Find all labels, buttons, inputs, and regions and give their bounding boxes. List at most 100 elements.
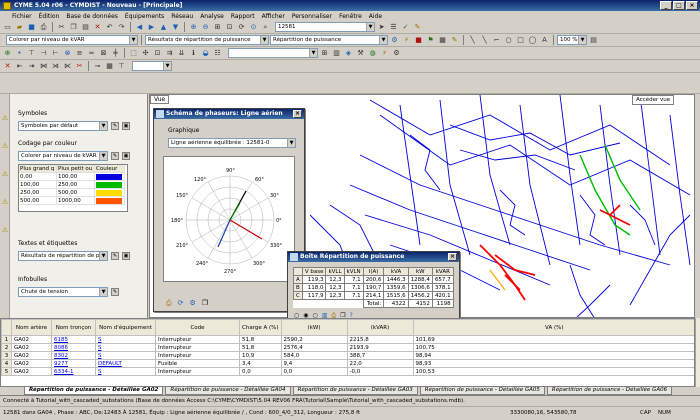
- chevron-down-icon[interactable]: ▼: [129, 36, 137, 44]
- close-button[interactable]: ×: [686, 1, 698, 10]
- text-labels-combo[interactable]: Résultats de répartition de p ▼: [18, 251, 108, 261]
- table-row[interactable]: 2 GA02 8086 S Interrupteur 51,8 2576,4 2193,9 10…: [1, 343, 694, 352]
- chevron-down-icon[interactable]: ▼: [163, 62, 171, 70]
- menu-base-de-donnees[interactable]: Base de données: [66, 13, 118, 20]
- section-icon[interactable]: ⊤: [26, 48, 37, 59]
- color-swatch[interactable]: [95, 189, 125, 197]
- move-right-icon[interactable]: ⇥: [26, 61, 37, 72]
- edit-tooltips-icon[interactable]: ✎: [111, 288, 119, 296]
- warning-icon[interactable]: ⚠: [1, 170, 9, 178]
- refresh-icon[interactable]: ⟳: [236, 22, 247, 33]
- menu-aide[interactable]: Aide: [369, 13, 382, 20]
- node-move-icon[interactable]: ✣: [140, 48, 151, 59]
- trace-down-icon[interactable]: ⇊: [176, 48, 187, 59]
- pencil-icon[interactable]: ✎: [412, 22, 423, 33]
- attach-icon[interactable]: ⊸: [92, 61, 103, 72]
- trace-icon[interactable]: ⇉: [164, 48, 175, 59]
- menu-personnaliser[interactable]: Personnaliser: [292, 13, 332, 20]
- tools-icon[interactable]: ⚒: [355, 48, 366, 59]
- cut-icon[interactable]: ✂: [56, 22, 67, 33]
- remove-node-icon[interactable]: ✕: [2, 61, 13, 72]
- view-tab[interactable]: Vue: [150, 95, 170, 104]
- grid-cell[interactable]: 0,00: [19, 173, 57, 181]
- label-icon[interactable]: ⊤: [116, 61, 127, 72]
- refresh-icon[interactable]: ⟳: [178, 299, 184, 308]
- list-icon[interactable]: ☷: [212, 48, 223, 59]
- menu-fenetre[interactable]: Fenêtre: [339, 13, 362, 20]
- menu-afficher[interactable]: Afficher: [262, 13, 285, 20]
- edit-symbols-icon[interactable]: ✎: [111, 122, 119, 130]
- edit-icon[interactable]: ✎: [449, 35, 460, 46]
- chevron-down-icon[interactable]: ▼: [99, 122, 107, 130]
- report-settings-icon[interactable]: ⚙: [389, 35, 400, 46]
- settings-icon[interactable]: ⚙: [391, 48, 402, 59]
- edit-color-icon[interactable]: ✎: [111, 152, 119, 160]
- transformer-icon[interactable]: ⊗: [62, 48, 73, 59]
- results-scrollbar[interactable]: [695, 318, 700, 387]
- capacitor-icon[interactable]: ╪: [110, 48, 121, 59]
- power-box-close-button[interactable]: ×: [448, 253, 457, 261]
- paste-icon[interactable]: ▤: [80, 22, 91, 33]
- mode-icon[interactable]: ⊞: [319, 48, 330, 59]
- table-row[interactable]: 4 GA02 9277 DEFAULT Fusible 3,4 9,4 22,0 98,93: [1, 359, 694, 368]
- info-icon[interactable]: ℹ: [188, 48, 199, 59]
- zoom-in-icon[interactable]: ⊕: [188, 22, 199, 33]
- phasor-close-button[interactable]: ×: [293, 110, 302, 118]
- layers-icon[interactable]: ◈: [343, 48, 354, 59]
- apply-symbols-icon[interactable]: ▣: [122, 122, 130, 130]
- color-by-combo[interactable]: Colorer par niveau de kVAR ▼: [6, 35, 138, 45]
- copy-icon[interactable]: ❐: [68, 22, 79, 33]
- equipment-combo[interactable]: ▼: [228, 48, 318, 58]
- chevron-down-icon[interactable]: ▼: [99, 288, 107, 296]
- color-coding-combo[interactable]: Colorer par niveau de kVAR ▼: [18, 151, 108, 161]
- tooltips-combo[interactable]: Chute de tension ▼: [18, 287, 108, 297]
- pan-right-icon[interactable]: ▶: [146, 22, 157, 33]
- symbols-combo[interactable]: Symboles par défaut ▼: [18, 121, 108, 131]
- edit-labels-icon[interactable]: ✎: [111, 252, 119, 260]
- grid-cell[interactable]: 250,00: [57, 181, 95, 189]
- warning-icon[interactable]: ⚠: [1, 142, 9, 150]
- tab-ga04[interactable]: Répartition de puissance - Détaillée GA0…: [165, 387, 291, 395]
- options-icon[interactable]: ⚙: [189, 299, 195, 308]
- menu-edition[interactable]: Édition: [39, 13, 60, 20]
- zoom-window-icon[interactable]: ⊞: [212, 22, 223, 33]
- chevron-down-icon[interactable]: ▼: [578, 36, 586, 44]
- stop-analysis-icon[interactable]: ■: [413, 35, 424, 46]
- tab-ga06[interactable]: Répartition de puissance - Détaillée GA0…: [546, 387, 673, 395]
- node-add-icon[interactable]: •: [14, 48, 25, 59]
- grid-cell[interactable]: 100,00: [57, 173, 95, 181]
- zoom-out-icon[interactable]: ⊖: [200, 22, 211, 33]
- report-combo[interactable]: Répartition de puissance ▼: [270, 35, 388, 45]
- pan-left-icon[interactable]: ◀: [134, 22, 145, 33]
- bus-icon[interactable]: ═: [86, 48, 97, 59]
- save-icon[interactable]: ■: [26, 22, 37, 33]
- connect-icon[interactable]: ⌐: [491, 35, 502, 46]
- source-icon[interactable]: ⊕: [2, 48, 13, 59]
- color-swatch[interactable]: [95, 181, 125, 189]
- chevron-down-icon[interactable]: ▼: [99, 252, 107, 260]
- line-tool2-icon[interactable]: ╲: [479, 35, 490, 46]
- menu-fichier[interactable]: Fichier: [12, 13, 32, 20]
- zoom-previous-icon[interactable]: ⊙: [248, 22, 259, 33]
- zoom-combo[interactable]: 100 % ▼: [557, 35, 587, 45]
- new-file-icon[interactable]: ▭: [2, 22, 13, 33]
- line-tool-icon[interactable]: ╲: [467, 35, 478, 46]
- undo-icon[interactable]: ↶: [104, 22, 115, 33]
- pan-down-icon[interactable]: ▼: [170, 22, 181, 33]
- print-icon[interactable]: ⎙: [166, 299, 172, 308]
- grid-cell[interactable]: 1000,00: [57, 197, 95, 205]
- zoom-extents-icon[interactable]: ⊡: [224, 22, 235, 33]
- grid-cell[interactable]: 500,00: [19, 197, 57, 205]
- small-combo[interactable]: ▼: [132, 61, 172, 71]
- color-swatch[interactable]: [95, 197, 125, 205]
- phasor-line-combo[interactable]: Ligne aérienne équilibrée : 12581-0 ▼: [168, 138, 296, 148]
- select-icon[interactable]: ➤: [376, 22, 387, 33]
- text-tool-icon[interactable]: A: [539, 35, 550, 46]
- apply-color-icon[interactable]: ▣: [122, 152, 130, 160]
- switch-icon[interactable]: ⊢: [50, 48, 61, 59]
- minimize-button[interactable]: _: [660, 1, 672, 10]
- chevron-down-icon[interactable]: ▼: [379, 36, 387, 44]
- delete-icon[interactable]: ✕: [92, 22, 103, 33]
- warning-icon[interactable]: ⚠: [1, 114, 9, 122]
- move-left-icon[interactable]: ⇤: [14, 61, 25, 72]
